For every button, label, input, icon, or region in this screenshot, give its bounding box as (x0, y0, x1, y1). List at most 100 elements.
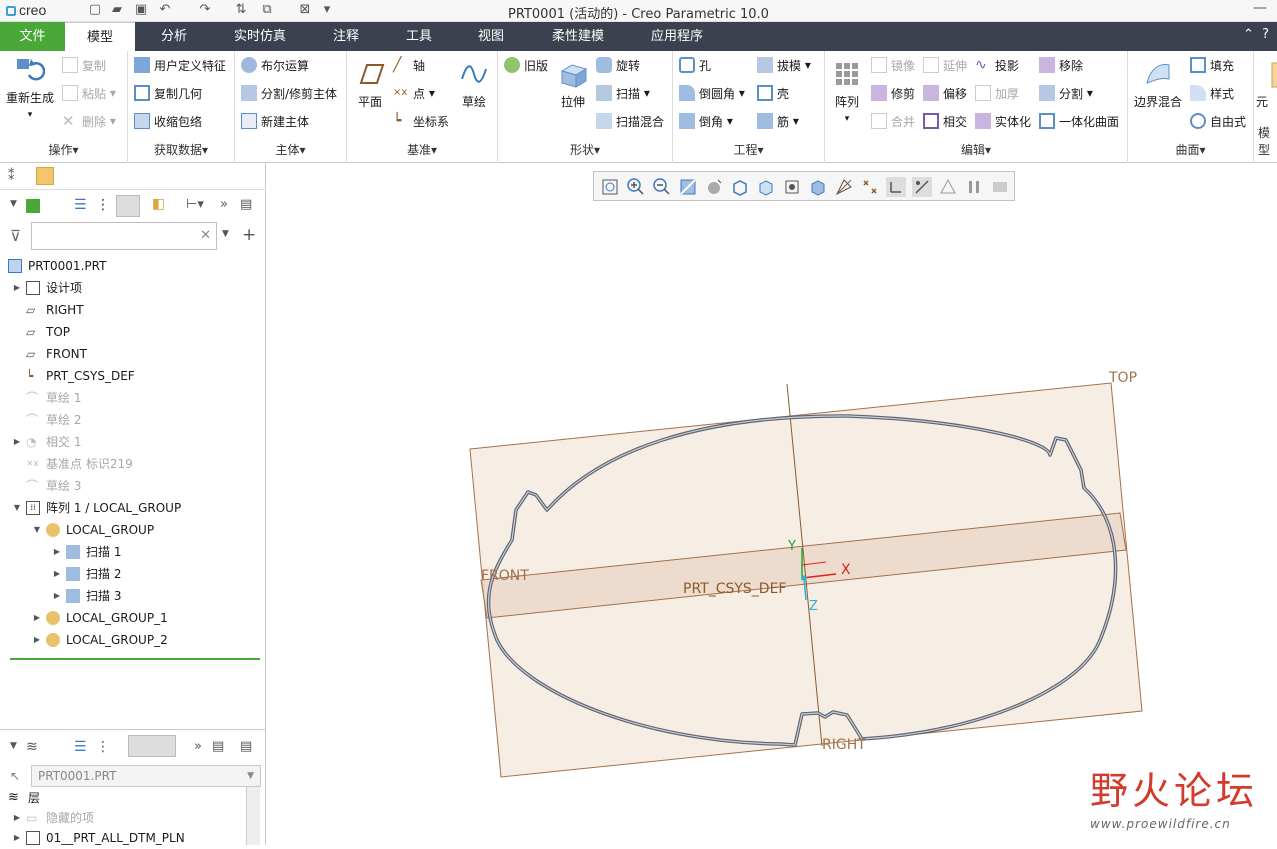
tree-item-pattern-1[interactable]: ▼ ⁞⁞ 阵列 1 / LOCAL_GROUP (12, 497, 181, 519)
datum-label[interactable]: 基准▾ (347, 141, 497, 158)
expand-arrow-icon[interactable]: ▶ (32, 607, 42, 629)
collapse-arrow-icon[interactable]: ▼ (32, 519, 42, 541)
minimize-button[interactable]: — (1253, 0, 1267, 16)
pattern-button[interactable]: 阵列 ▾ (829, 59, 865, 124)
windows-icon[interactable]: ⧉ (258, 2, 276, 17)
hole-button[interactable]: 孔 (679, 55, 711, 75)
expand-arrow-icon[interactable]: ▶ (12, 277, 22, 299)
tree-item-datum-point[interactable]: ×x 基准点 标识219 (26, 453, 133, 475)
tree-item-root[interactable]: PRT0001.PRT (8, 255, 106, 277)
sweep-button[interactable]: 扫描 ▾ (596, 83, 650, 103)
paste-button[interactable]: 粘贴 ▾ (62, 83, 116, 103)
shell-button[interactable]: 壳 (757, 83, 789, 103)
boolean-button[interactable]: 布尔运算 (241, 55, 309, 75)
search-options-dropdown[interactable]: ▼ (222, 229, 229, 239)
csys-button[interactable]: ┕ 坐标系 (393, 111, 449, 131)
layer-display-toggle[interactable] (128, 735, 176, 757)
layer-menu-icon[interactable]: ▼ (10, 741, 17, 751)
tree-item-sweep-2[interactable]: ▶ 扫描 2 (52, 563, 121, 585)
trim-button[interactable]: 修剪 (871, 83, 915, 103)
model-display-icon[interactable] (26, 199, 40, 213)
open-file-icon[interactable]: ▰ (108, 2, 126, 17)
redo-icon[interactable]: ↷ (196, 2, 214, 17)
surfaces-label[interactable]: 曲面▾ (1128, 141, 1253, 158)
tab-annotate[interactable]: 注释 (314, 22, 378, 51)
folder-browser-tab-icon[interactable] (36, 167, 54, 185)
model-intent-label[interactable]: 模型 (1258, 124, 1277, 158)
extrude-button[interactable]: 拉伸 (554, 59, 592, 110)
tree-filter-settings-icon[interactable]: ⊢▾ (186, 197, 204, 212)
model-tree-tab-icon[interactable]: ⁑ (8, 169, 15, 184)
tree-item-sweep-3[interactable]: ▶ 扫描 3 (52, 585, 121, 607)
sketch-button[interactable]: 草绘 (455, 59, 493, 110)
swept-blend-button[interactable]: 扫描混合 (596, 111, 664, 131)
insert-here-indicator[interactable] (10, 658, 260, 660)
layer-scrollbar[interactable] (246, 787, 260, 845)
copy-geometry-button[interactable]: 复制几何 (134, 83, 202, 103)
point-button[interactable]: ×x 点 ▾ (393, 83, 435, 103)
expand-arrow-icon[interactable]: ▶ (52, 585, 62, 607)
tree-item-csys[interactable]: ┕ PRT_CSYS_DEF (26, 365, 135, 387)
rib-button[interactable]: 筋 ▾ (757, 111, 799, 131)
tab-tools[interactable]: 工具 (388, 22, 450, 51)
tree-columns-icon[interactable]: ⋮ (96, 197, 110, 213)
collapse-arrow-icon[interactable]: ▼ (12, 497, 22, 519)
offset-button[interactable]: 偏移 (923, 83, 967, 103)
boundary-blend-button[interactable]: 边界混合 (1130, 59, 1186, 110)
add-filter-icon[interactable]: + (242, 225, 256, 245)
tree-item-design-items[interactable]: ▶ 设计项 (12, 277, 82, 299)
solidify-button[interactable]: 实体化 (975, 111, 1031, 131)
tab-file[interactable]: 文件 (0, 22, 65, 51)
tree-list-icon[interactable]: ☰ (74, 197, 87, 213)
tab-view[interactable]: 视图 (460, 22, 522, 51)
round-button[interactable]: 倒圆角 ▾ (679, 83, 745, 103)
draft-button[interactable]: 拔模 ▾ (757, 55, 811, 75)
axis-button[interactable]: ╱ 轴 (393, 55, 425, 75)
intersect-button[interactable]: 相交 (923, 111, 967, 131)
revolve-button[interactable]: 旋转 (596, 55, 640, 75)
tree-search-input[interactable]: ✕ (31, 222, 217, 250)
copy-button[interactable]: 复制 (62, 55, 106, 75)
layers-icon[interactable]: ≋ (26, 739, 38, 755)
more-options-icon[interactable]: » (220, 197, 228, 212)
layer-item-all-dtm-pln[interactable]: ▶ 01__PRT_ALL_DTM_PLN (12, 827, 185, 849)
tree-item-sweep-1[interactable]: ▶ 扫描 1 (52, 541, 121, 563)
save-icon[interactable]: ▣ (132, 2, 150, 17)
split-trim-body-button[interactable]: 分割/修剪主体 (241, 83, 337, 103)
graphics-area[interactable]: TOP FRONT RIGHT PRT_CSYS_DEF X Y Z (267, 163, 1277, 845)
layer-properties-icon[interactable]: ▤ (212, 739, 224, 754)
thicken-button[interactable]: 加厚 (975, 83, 1019, 103)
legacy-button[interactable]: 旧版 (504, 55, 548, 75)
tab-flexible-modeling[interactable]: 柔性建模 (540, 22, 616, 51)
style-button[interactable]: 样式 (1190, 83, 1234, 103)
engineering-label[interactable]: 工程▾ (673, 141, 824, 158)
layer-list-icon[interactable]: ☰ (74, 739, 87, 755)
regenerate-quick-icon[interactable]: ⇅ (232, 2, 250, 17)
tree-item-top[interactable]: ▱ TOP (26, 321, 70, 343)
get-data-label[interactable]: 获取数据▾ (128, 141, 234, 158)
tree-item-local-group-1[interactable]: ▶ LOCAL_GROUP_1 (32, 607, 168, 629)
tree-report-icon[interactable]: ▤ (240, 197, 252, 212)
tab-analysis[interactable]: 分析 (140, 22, 208, 51)
customize-toolbar-icon[interactable]: ▾ (318, 2, 336, 17)
model-tree-menu-icon[interactable]: ▼ (10, 199, 17, 209)
more-options-icon[interactable]: » (194, 739, 202, 754)
expand-arrow-icon[interactable]: ▶ (52, 541, 62, 563)
plane-button[interactable]: 平面 (351, 59, 389, 110)
tab-model[interactable]: 模型 (65, 22, 135, 51)
layer-columns-icon[interactable]: ⋮ (96, 739, 110, 755)
tree-item-sketch-2[interactable]: ⌒ 草绘 2 (26, 409, 81, 431)
layer-model-select[interactable]: PRT0001.PRT ▼ (31, 765, 261, 787)
shrinkwrap-button[interactable]: 收缩包络 (134, 111, 202, 131)
editing-label[interactable]: 编辑▾ (825, 141, 1127, 158)
chamfer-button[interactable]: 倒角 ▾ (679, 111, 733, 131)
shapes-label[interactable]: 形状▾ (498, 141, 672, 158)
delete-button[interactable]: ✕ 删除 ▾ (62, 111, 116, 131)
tree-settings-icon[interactable] (116, 195, 140, 217)
tree-item-local-group-2[interactable]: ▶ LOCAL_GROUP_2 (32, 629, 168, 651)
extend-button[interactable]: 延伸 (923, 55, 967, 75)
expand-arrow-icon[interactable]: ▶ (52, 563, 62, 585)
layer-report-icon[interactable]: ▤ (240, 739, 252, 754)
tree-item-sketch-3[interactable]: ⌒ 草绘 3 (26, 475, 81, 497)
remove-button[interactable]: 移除 (1039, 55, 1083, 75)
